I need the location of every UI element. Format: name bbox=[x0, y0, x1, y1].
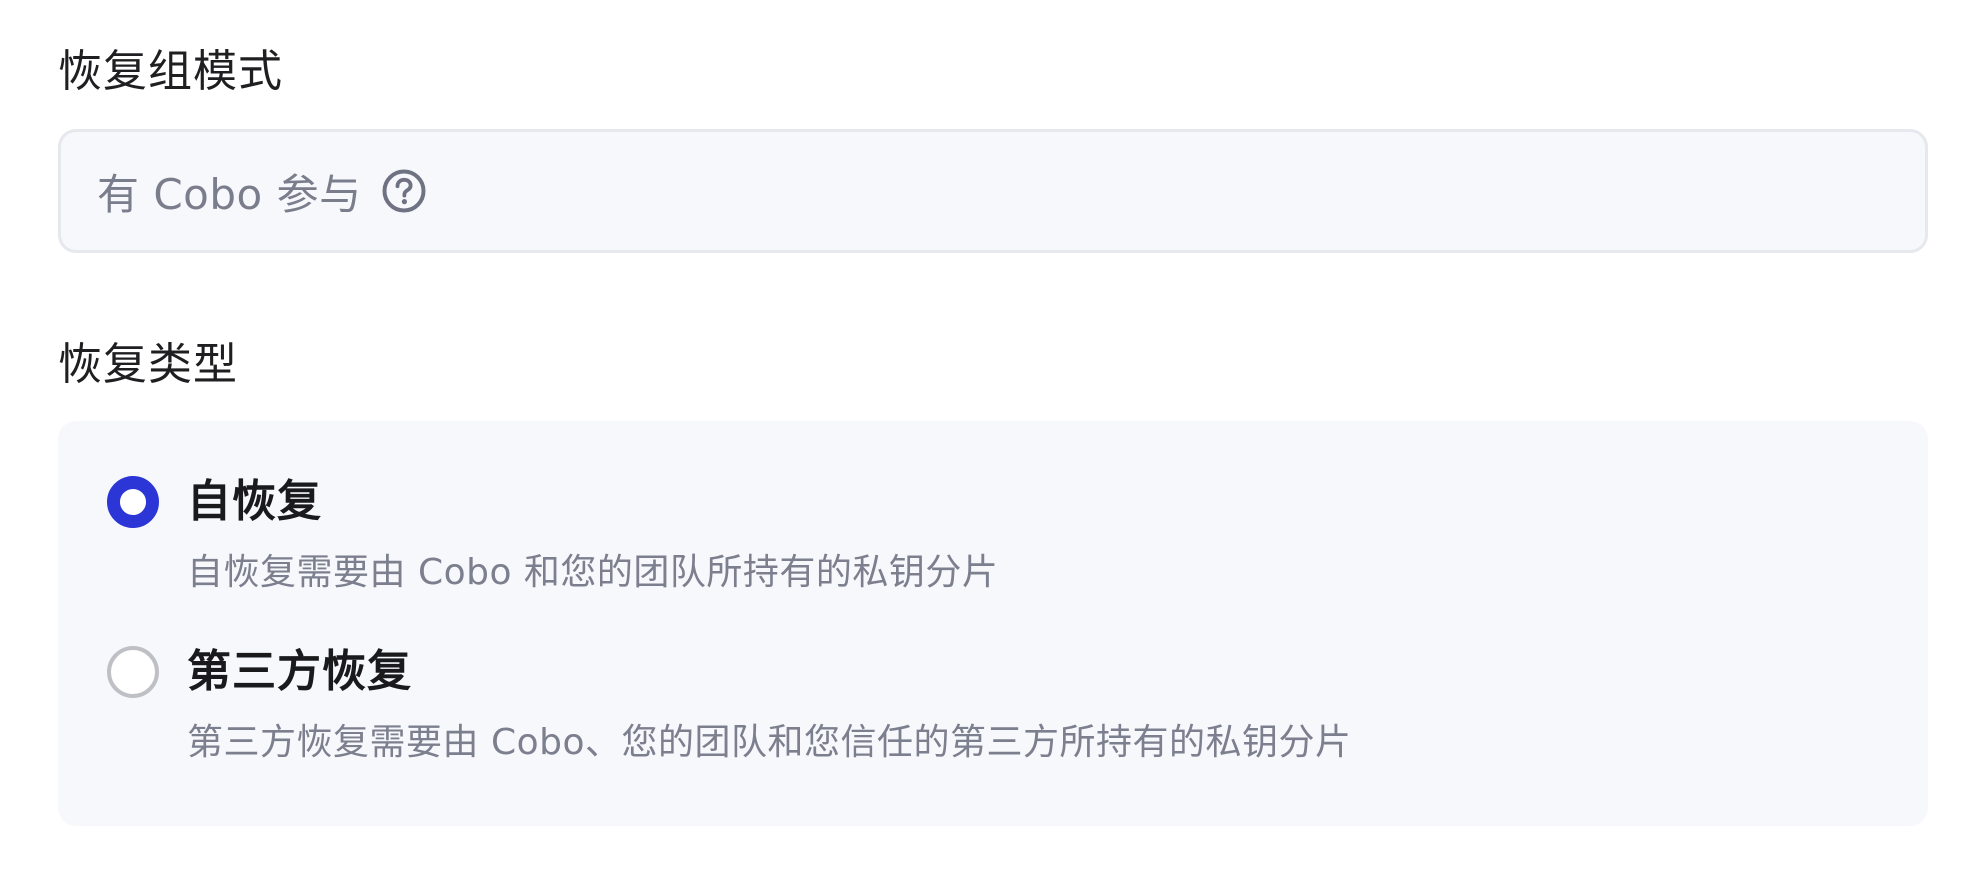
recovery-type-radio-group: 自恢复 自恢复需要由 Cobo 和您的团队所持有的私钥分片 第三方恢复 第三方恢… bbox=[58, 421, 1928, 826]
option-title: 第三方恢复 bbox=[187, 646, 412, 697]
recovery-type-label: 恢复类型 bbox=[58, 339, 238, 390]
question-circle-icon[interactable] bbox=[382, 169, 426, 213]
option-title: 自恢复 bbox=[187, 476, 322, 527]
radio-unchecked-icon[interactable] bbox=[107, 646, 159, 698]
option-description: 第三方恢复需要由 Cobo、您的团队和您信任的第三方所持有的私钥分片 bbox=[187, 722, 1352, 763]
option-description: 自恢复需要由 Cobo 和您的团队所持有的私钥分片 bbox=[187, 552, 999, 593]
radio-checked-icon[interactable] bbox=[107, 476, 159, 528]
recovery-group-mode-field: 有 Cobo 参与 bbox=[58, 129, 1928, 253]
recovery-group-mode-label: 恢复组模式 bbox=[58, 46, 283, 97]
recovery-group-mode-value: 有 Cobo 参与 bbox=[97, 169, 362, 219]
